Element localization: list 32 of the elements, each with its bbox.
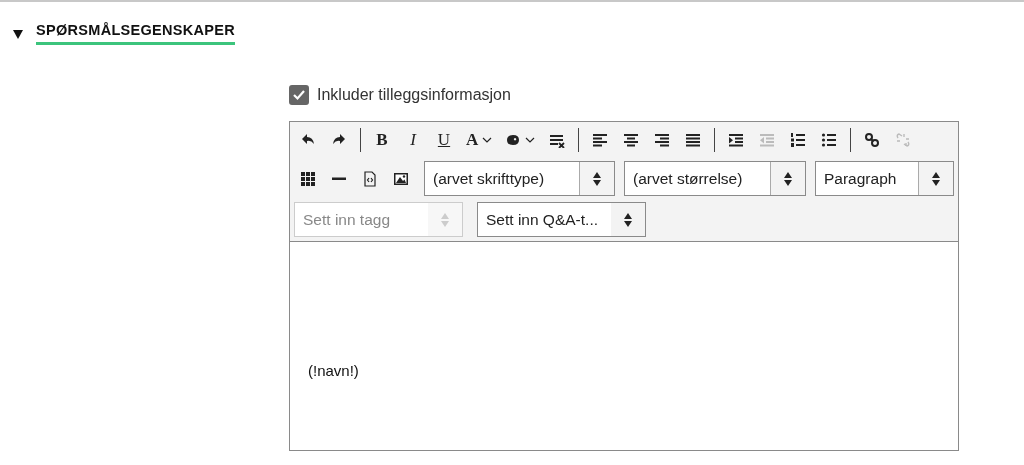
bold-button[interactable]: B: [368, 126, 396, 154]
align-right-icon: [654, 132, 671, 148]
justify-icon: [685, 132, 702, 148]
link-icon: [864, 132, 881, 148]
dropdown[interactable]: Sett inn Q&A-t...: [477, 202, 646, 237]
section-title[interactable]: SPØRSMÅLSEGENSKAPER: [36, 22, 236, 45]
align-left-icon: [592, 132, 609, 148]
checkbox-label[interactable]: Inkluder tilleggsinformasjon: [317, 86, 511, 104]
underline-button[interactable]: U: [430, 126, 458, 154]
numbered-list-icon: [790, 132, 807, 148]
grid-icon: [300, 170, 316, 187]
image-icon: [393, 170, 409, 187]
editor-content[interactable]: (!navn!): [290, 242, 958, 450]
check-icon: [292, 88, 306, 102]
italic-button[interactable]: I: [399, 126, 427, 154]
align-center-icon: [623, 132, 640, 148]
clear-format-icon: [549, 132, 566, 148]
dropdown[interactable]: Paragraph: [815, 161, 954, 196]
checkbox[interactable]: [289, 85, 309, 105]
palette-icon: [505, 132, 522, 148]
outdent-icon: [759, 132, 776, 148]
bullet-list-icon: [821, 132, 838, 148]
dropdown[interactable]: (arvet størrelse): [624, 161, 806, 196]
horizontal-line-icon: [331, 176, 347, 181]
indent-icon: [728, 132, 745, 148]
dropdown[interactable]: (arvet skrifttype): [424, 161, 615, 196]
editor-text: (!navn!): [308, 362, 359, 379]
text-color-button[interactable]: A: [461, 126, 498, 154]
caret-icon: [525, 136, 536, 144]
collapse-triangle-icon[interactable]: [12, 27, 24, 40]
caret-icon: [482, 136, 493, 144]
code-file-icon: [362, 170, 378, 187]
